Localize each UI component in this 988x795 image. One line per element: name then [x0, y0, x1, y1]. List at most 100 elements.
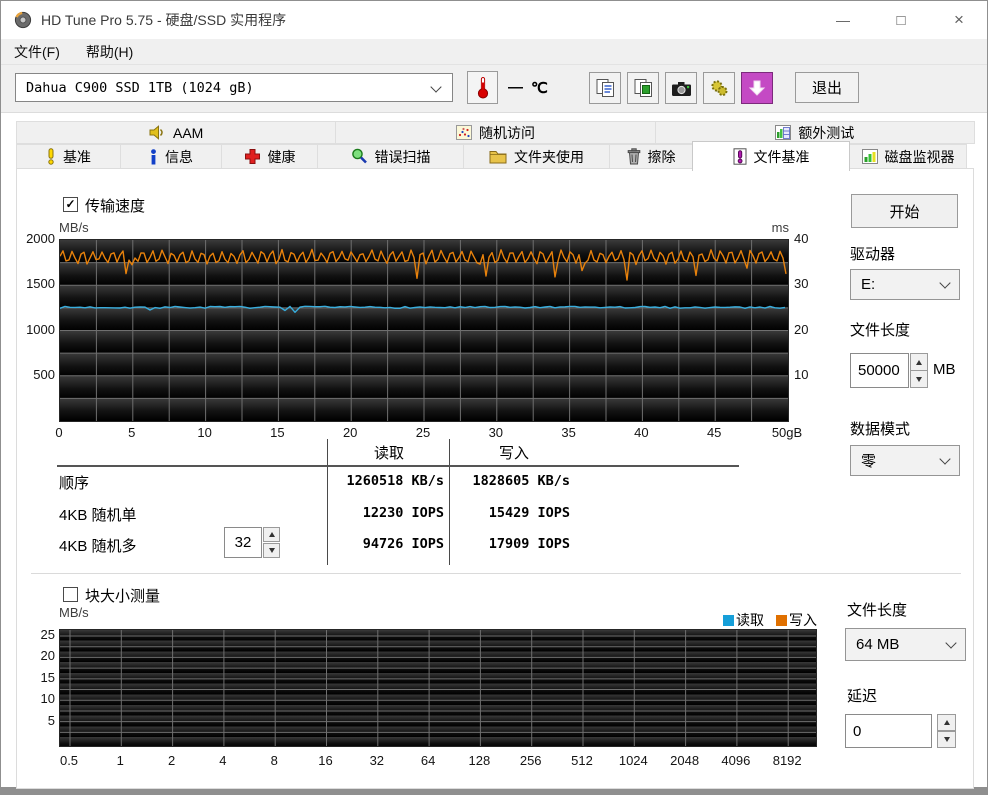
random-multi-read-value: 94726 IOPS [257, 536, 444, 552]
delay-up-button[interactable] [937, 714, 956, 731]
block-size-checkbox[interactable] [63, 587, 78, 602]
tab-label: 额外测试 [798, 123, 854, 143]
chevron-down-icon [945, 637, 956, 648]
legend-read-label: 读取 [736, 610, 764, 630]
magnifier-icon [351, 148, 368, 165]
tab-erase[interactable]: 擦除 [609, 144, 693, 169]
data-mode-dropdown[interactable]: 零 [850, 445, 960, 476]
title-bar: HD Tune Pro 5.75 - 硬盘/SSD 实用程序 — □ × [1, 1, 987, 39]
temperature-button[interactable] [467, 71, 498, 104]
delay-input[interactable]: 0 [845, 714, 932, 748]
copy-text-icon [595, 78, 616, 98]
page-exclamation-icon [733, 148, 747, 165]
tab-label: 随机访问 [479, 123, 535, 143]
axis-tick-label: 512 [571, 753, 593, 768]
drive-dropdown[interactable]: E: [850, 269, 960, 300]
table-header-rule [57, 465, 739, 467]
axis-tick-label: 1000 [19, 322, 55, 337]
tab-aam[interactable]: AAM [16, 121, 336, 144]
close-button[interactable]: × [941, 1, 977, 39]
file-length-down-button[interactable] [910, 370, 928, 388]
file-length2-value: 64 MB [856, 636, 899, 653]
copy-image-button[interactable] [627, 72, 659, 104]
down-arrow-icon [916, 377, 922, 382]
menu-help[interactable]: 帮助(H) [73, 39, 146, 64]
tab-label: 磁盘监视器 [885, 147, 955, 167]
data-mode-value: 零 [861, 450, 876, 471]
random-multi-write-value: 17909 IOPS [457, 536, 570, 552]
sequential-read-value: 1260518 KB/s [257, 473, 444, 489]
camera-icon [671, 80, 692, 97]
y-right-unit-label: ms [759, 220, 789, 235]
tab-disk-monitor[interactable]: 磁盘监视器 [849, 144, 967, 169]
minimize-button[interactable]: — [825, 1, 861, 39]
tab-label: 错误扫描 [375, 147, 431, 167]
axis-tick-label: 40 [794, 231, 828, 246]
down-arrow-icon [944, 737, 950, 742]
axis-tick-label: 64 [421, 753, 435, 768]
transfer-speed-checkbox[interactable] [63, 197, 78, 212]
bar-chart-icon [862, 149, 878, 164]
screenshot-button[interactable] [665, 72, 697, 104]
device-dropdown[interactable]: Dahua C900 SSD 1TB (1024 gB) [15, 73, 453, 102]
axis-tick-label: 15 [19, 670, 55, 685]
temperature-unit: ℃ [531, 79, 548, 97]
tab-label: 文件夹使用 [514, 147, 584, 167]
tab-benchmark[interactable]: 基准 [16, 144, 121, 169]
tab-folder-usage[interactable]: 文件夹使用 [463, 144, 610, 169]
read-swatch-icon [723, 615, 734, 626]
device-dropdown-value: Dahua C900 SSD 1TB (1024 gB) [26, 80, 254, 96]
save-results-button[interactable] [741, 72, 773, 104]
transfer-speed-plot [60, 240, 788, 421]
start-button[interactable]: 开始 [851, 194, 958, 228]
options-button[interactable] [703, 72, 735, 104]
axis-tick-label: 35 [561, 425, 575, 440]
axis-tick-label: 25 [19, 627, 55, 642]
tab-file-benchmark[interactable]: 文件基准 [692, 141, 850, 171]
axis-tick-label: 2048 [670, 753, 699, 768]
block-size-plot [60, 630, 816, 746]
file-length2-label: 文件长度 [847, 599, 907, 620]
axis-tick-label: 10 [19, 691, 55, 706]
legend-read: 读取 [723, 610, 764, 630]
y-left-unit-label: MB/s [59, 220, 89, 235]
file-length-unit: MB [933, 361, 956, 378]
exit-button[interactable]: 退出 [795, 72, 859, 103]
legend-write-label: 写入 [789, 610, 817, 630]
axis-tick-label: 1500 [19, 276, 55, 291]
delay-down-button[interactable] [937, 731, 956, 748]
axis-tick-label: 32 [370, 753, 384, 768]
menu-file[interactable]: 文件(F) [1, 39, 73, 64]
copy-text-button[interactable] [589, 72, 621, 104]
axis-tick-label: 1 [117, 753, 124, 768]
axis-tick-label: 4096 [721, 753, 750, 768]
block-size-label: 块大小测量 [85, 585, 160, 606]
axis-tick-label: 20 [343, 425, 357, 440]
drive-label: 驱动器 [850, 243, 895, 264]
tab-error-scan[interactable]: 错误扫描 [317, 144, 464, 169]
axis-tick-label: 30 [794, 276, 828, 291]
axis-tick-label: 50gB [772, 425, 802, 440]
file-length-up-button[interactable] [910, 353, 928, 371]
tab-random-access[interactable]: 随机访问 [335, 121, 655, 144]
tab-health[interactable]: 健康 [221, 144, 318, 169]
window-title: HD Tune Pro 5.75 - 硬盘/SSD 实用程序 [41, 10, 286, 30]
tab-info[interactable]: 信息 [120, 144, 222, 169]
axis-tick-label: 20 [794, 322, 828, 337]
axis-tick-label: 5 [128, 425, 135, 440]
axis-tick-label: 4 [219, 753, 226, 768]
axis-tick-label: 20 [19, 648, 55, 663]
trash-icon [627, 148, 641, 165]
chart-table-icon [775, 125, 791, 140]
file-benchmark-panel: 传输速度 MB/s ms 读取 写入 顺序 1260518 KB/s 18286… [16, 168, 974, 789]
thermometer-icon [477, 76, 489, 99]
app-logo-icon [14, 11, 32, 29]
app-window: HD Tune Pro 5.75 - 硬盘/SSD 实用程序 — □ × 文件(… [0, 0, 988, 795]
file-length-label: 文件长度 [850, 319, 910, 340]
chevron-down-icon [939, 453, 950, 464]
file-length-input[interactable]: 50000 [850, 353, 909, 388]
maximize-button[interactable]: □ [883, 1, 919, 39]
file-length2-dropdown[interactable]: 64 MB [845, 628, 966, 661]
table-header-write: 写入 [451, 442, 577, 463]
chevron-down-icon [430, 81, 441, 92]
